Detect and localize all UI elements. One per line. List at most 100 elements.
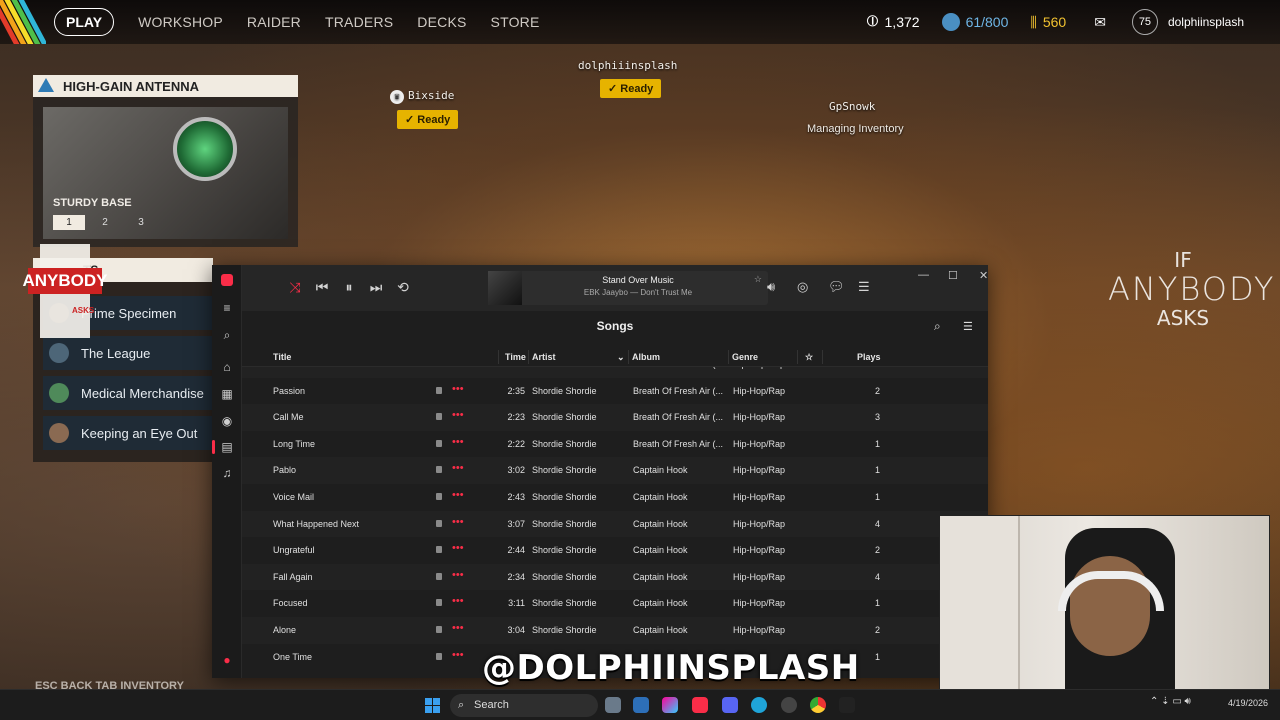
mail-button[interactable]: ✉ — [1094, 14, 1106, 31]
close-icon[interactable]: ✕ — [979, 269, 988, 282]
nav-store[interactable]: STORE — [491, 14, 540, 30]
more-options-icon[interactable]: ••• — [452, 569, 464, 581]
col-plays[interactable]: Plays — [857, 352, 881, 362]
favorite-star-icon[interactable]: ☆ — [754, 274, 762, 285]
search-icon[interactable]: ⌕ — [220, 328, 234, 342]
repeat-icon[interactable]: ⟲ — [394, 279, 412, 296]
game-app-icon[interactable] — [839, 697, 855, 713]
volume-icon[interactable]: 🔊︎ — [767, 279, 775, 295]
previous-icon[interactable]: ⏮ — [313, 279, 331, 296]
quest-item[interactable]: Medical Merchandise — [43, 376, 213, 410]
queue-icon[interactable]: ☰ — [858, 279, 870, 295]
windows-start-icon[interactable] — [425, 698, 440, 713]
song-plays: 1 — [874, 492, 880, 502]
more-options-icon[interactable]: ••• — [452, 383, 464, 395]
tier-2[interactable]: 2 — [89, 215, 121, 230]
more-options-icon[interactable]: ••• — [452, 649, 464, 661]
username[interactable]: dolphiinsplash — [1168, 15, 1244, 29]
library-icon[interactable]: ▤ — [220, 440, 234, 454]
system-tray[interactable]: ⌃ ⇣ ▭ 🔊︎ — [1150, 696, 1191, 707]
minimize-icon[interactable]: — — [918, 269, 929, 281]
quest-item[interactable]: The League — [43, 336, 213, 370]
copilot-app-icon[interactable] — [662, 697, 678, 713]
store-app-icon[interactable] — [633, 697, 649, 713]
more-options-icon[interactable]: ••• — [452, 409, 464, 421]
song-row[interactable]: Pablo 3:02 Shordie Shordie Captain Hook Hip-… — [242, 457, 988, 484]
webcam-overlay — [939, 515, 1270, 700]
col-favorite-star-icon[interactable]: ☆ — [805, 352, 813, 363]
song-album: Captain Hook — [633, 545, 688, 556]
song-genre: Hip-Hop/Rap — [733, 571, 786, 582]
now-playing[interactable]: Stand Over Music EBK Jaaybo — Don't Trus… — [488, 271, 768, 305]
more-options-icon[interactable]: ••• — [452, 516, 464, 528]
more-options-icon[interactable]: ••• — [452, 542, 464, 554]
discord-app-icon[interactable] — [722, 697, 738, 713]
song-plays: 1 — [874, 465, 880, 476]
nav-workshop[interactable]: WORKSHOP — [138, 14, 223, 30]
browse-grid-icon[interactable]: ▦ — [220, 387, 234, 401]
sort-chevron-icon[interactable]: ⌄ — [617, 352, 625, 363]
song-row[interactable]: Ungrateful 2:44 Shordie Shordie Captain Hoo… — [242, 537, 988, 564]
song-title: Voice Mail — [273, 492, 315, 502]
chrome-app-icon[interactable] — [810, 697, 826, 713]
song-row[interactable]: Paranoid 3:04 Shordie Shordie Breath Of Fre… — [242, 367, 988, 378]
more-options-icon[interactable]: ••• — [452, 489, 464, 501]
more-options-icon[interactable]: ••• — [452, 367, 464, 368]
song-time: 3:11 — [508, 598, 525, 609]
more-options-icon[interactable]: ••• — [452, 462, 464, 474]
airplay-icon[interactable]: ◎ — [797, 279, 808, 295]
quest-item[interactable]: Keeping an Eye Out — [43, 416, 213, 450]
more-options-icon[interactable]: ••• — [452, 595, 464, 607]
account-icon[interactable]: ● — [220, 653, 234, 667]
maximize-icon[interactable]: ☐ — [948, 269, 958, 282]
more-options-icon[interactable]: ••• — [452, 436, 464, 448]
search-icon: ⌕ — [458, 699, 465, 711]
home-icon[interactable]: ⌂ — [220, 360, 234, 374]
song-row[interactable]: Passion 2:35 Shordie Shordie Breath Of Fres… — [242, 378, 988, 405]
music-sidebar: ≡ ⌕ ⌂ ▦ ◉ ▤ ♫ ● — [212, 265, 242, 678]
col-genre[interactable]: Genre — [732, 352, 758, 362]
hamburger-menu-icon[interactable]: ≡ — [220, 301, 234, 315]
next-icon[interactable]: ⏭ — [367, 279, 385, 296]
song-artist: Shordie Shordie — [532, 492, 597, 502]
crown-icon: ♛ — [390, 90, 404, 104]
radio-icon[interactable]: ◉ — [220, 414, 234, 428]
col-time[interactable]: Time — [505, 352, 526, 362]
col-title[interactable]: Title — [273, 352, 291, 362]
pause-icon[interactable]: ⏸ — [340, 279, 358, 296]
more-options-icon[interactable]: ••• — [452, 622, 464, 634]
taskbar-search[interactable]: ⌕ Search — [450, 694, 598, 717]
tier-3[interactable]: 3 — [125, 215, 157, 230]
nav-play-button[interactable]: PLAY — [54, 8, 115, 36]
lyrics-icon[interactable]: 💬︎ — [828, 279, 845, 295]
nav-traders[interactable]: TRADERS — [325, 14, 393, 30]
song-row[interactable]: Call Me 2:23 Shordie Shordie Breath Of Fres… — [242, 404, 988, 431]
song-artist: Shordie Shordie — [532, 367, 597, 369]
settings-app-icon[interactable] — [605, 697, 621, 713]
song-row[interactable]: Voice Mail 2:43 Shordie Shordie Captain Hoo… — [242, 484, 988, 511]
sort-options-icon[interactable]: ☰ — [963, 320, 973, 333]
song-genre: Hip-Hop/Rap — [733, 465, 786, 476]
songs-search-icon[interactable]: ⌕ — [934, 319, 941, 334]
nav-raider[interactable]: RAIDER — [247, 14, 301, 30]
col-album[interactable]: Album — [632, 352, 660, 362]
playlist-icon[interactable]: ♫ — [220, 466, 234, 480]
song-time: 3:07 — [507, 518, 525, 529]
shuffle-icon[interactable]: ⤨ — [286, 279, 304, 296]
song-row[interactable]: Alone 3:04 Shordie Shordie Captain Hook Hip-… — [242, 617, 988, 644]
nav-decks[interactable]: DECKS — [417, 14, 466, 30]
song-time: 3:04 — [507, 367, 525, 369]
edge-app-icon[interactable] — [751, 697, 767, 713]
song-album: Captain Hook — [633, 598, 688, 609]
song-title: Pablo — [273, 465, 297, 476]
song-row[interactable]: Fall Again 2:34 Shordie Shordie Captain Hoo… — [242, 563, 988, 591]
item-card[interactable]: HIGH-GAIN ANTENNA STURDY BASE 1 2 3 — [33, 75, 298, 247]
game-nav: PLAY WORKSHOP RAIDER TRADERS DECKS STORE — [54, 8, 540, 36]
song-row[interactable]: What Happened Next 3:07 Shordie Shordie Cap… — [242, 510, 988, 538]
steam-app-icon[interactable] — [781, 697, 797, 713]
tier-1[interactable]: 1 — [53, 215, 85, 230]
song-row[interactable]: Focused 3:11 Shordie Shordie Captain Hook Hi… — [242, 590, 988, 617]
song-row[interactable]: Long Time 2:22 Shordie Shordie Breath Of Fr… — [242, 431, 988, 458]
col-artist[interactable]: Artist — [532, 352, 556, 362]
music-app-taskbar-icon[interactable] — [692, 697, 708, 713]
